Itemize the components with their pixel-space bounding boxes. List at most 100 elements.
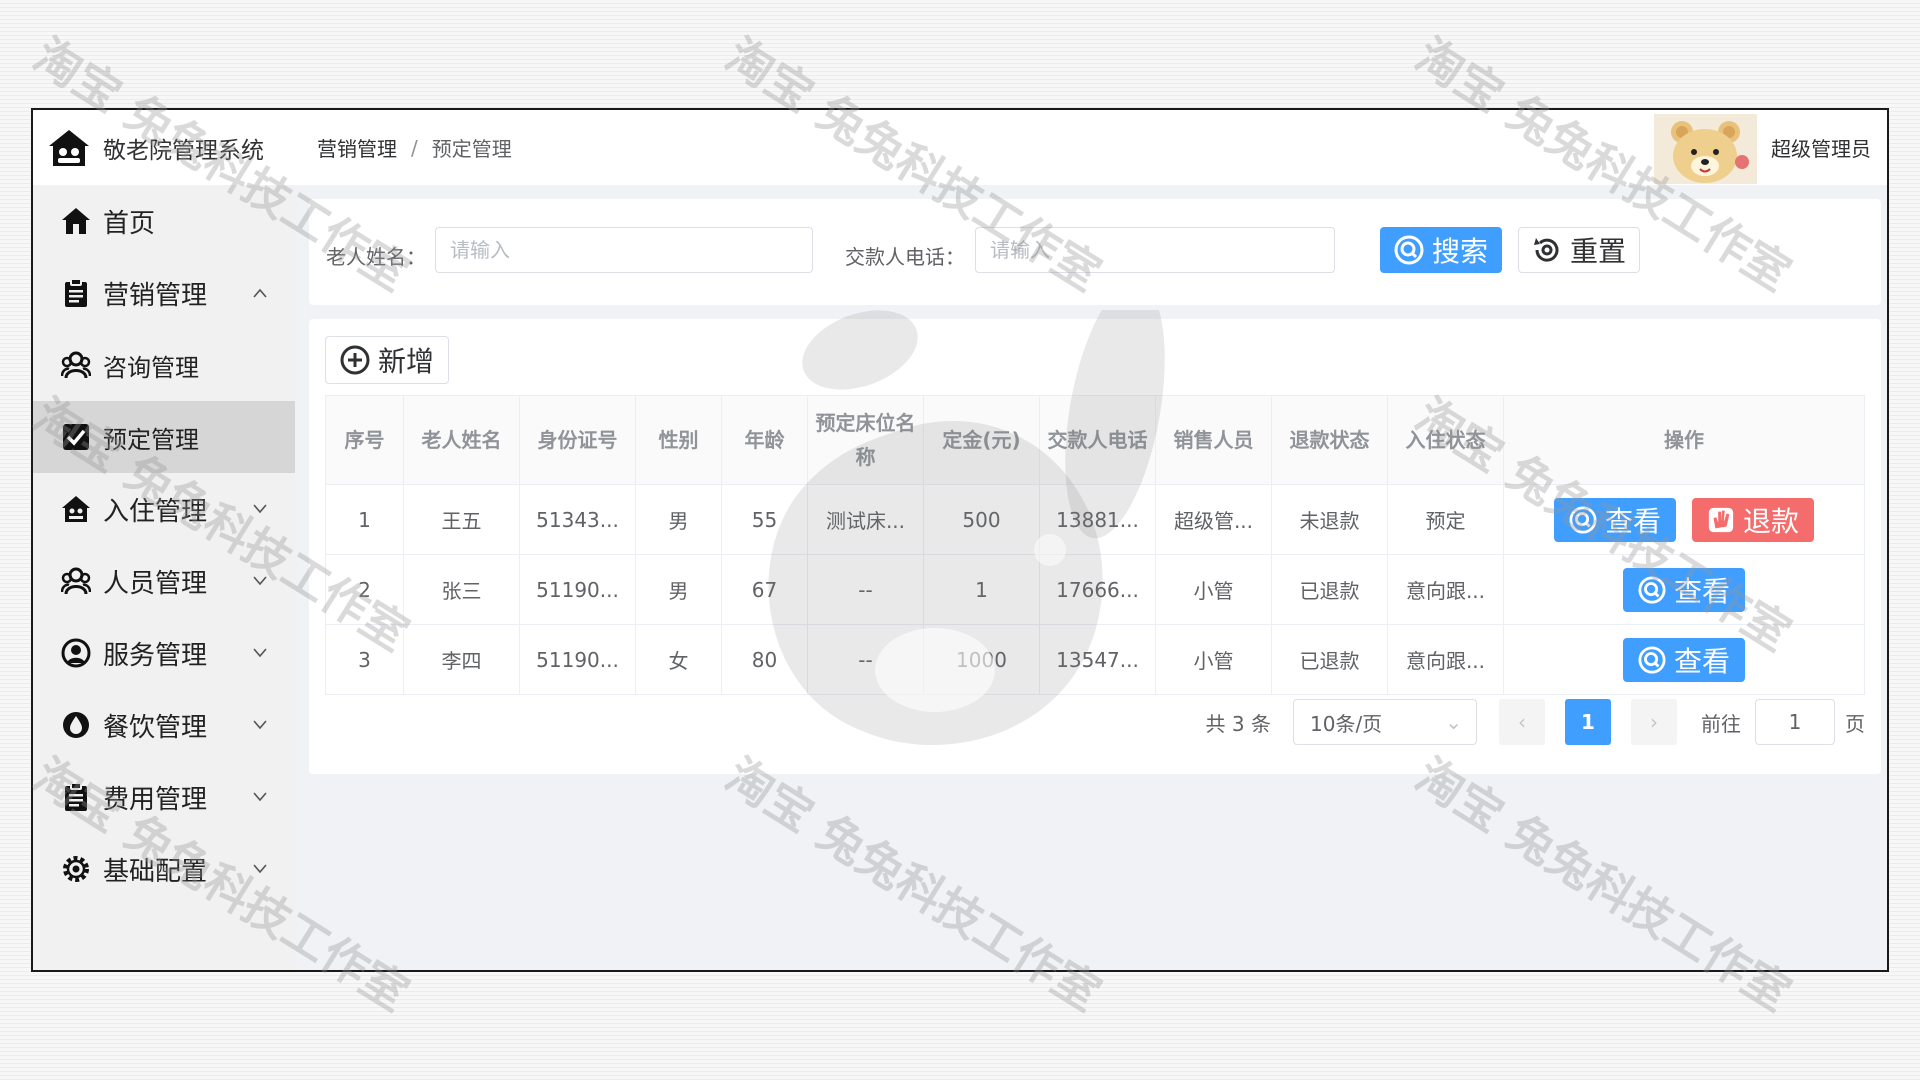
search-button[interactable]: 搜索 [1380,227,1502,273]
sidebar-item-label: 费用管理 [103,784,208,815]
sidebar-menu: 首页营销管理咨询管理预定管理 入住管理人员管理服务管理餐饮管理费用管理基础配置 [33,185,295,905]
add-button[interactable]: 新增 [325,336,449,384]
payer-phone-input[interactable] [975,227,1335,273]
avatar[interactable] [1654,113,1757,184]
main-content: 老人姓名： 交款人电话： 搜索 重置 [295,185,1887,970]
view-button-label: 查看 [1604,504,1661,538]
sidebar-item-5[interactable]: 人员管理 [33,545,295,617]
chevron-down-icon [253,473,267,545]
elder-name-label: 老人姓名： [326,245,426,269]
column-header: 操作 [1503,395,1865,485]
refund-button[interactable]: 退款 [1692,497,1814,542]
breadcrumb-current: 预定管理 [431,137,512,161]
table-cell: 李四 [403,624,520,695]
table-cell: 超级管... [1155,484,1272,555]
reset-button-label: 重置 [1569,235,1626,268]
sidebar-item-3[interactable]: 预定管理 [33,401,295,473]
table-cell: 17666... [1039,554,1156,625]
column-header: 入住状态 [1387,395,1504,485]
chevron-up-icon [253,257,267,329]
header: 营销管理 / 预定管理 超级管理员 [295,110,1887,185]
table-cell: 1000 [923,624,1040,695]
sidebar-item-0[interactable]: 首页 [33,185,295,257]
table-cell: 1 [325,484,404,555]
view-button[interactable]: 查看 [1623,637,1745,682]
pagination: 共 3 条 10条/页 ⌄ ‹ 1 › 前往 页 [1206,699,1865,745]
app-window: 敬老院管理系统 首页 营销管理 咨询管理 预定管理 入住管理 人员管理 服务管理 餐饮管理 费用… [31,108,1889,972]
table-cell: 意向跟... [1387,554,1504,625]
table-cell: 男 [635,554,722,625]
column-header: 年龄 [721,395,808,485]
page-size-select[interactable]: 10条/页 ⌄ [1293,699,1477,745]
prev-page-button[interactable]: ‹ [1499,699,1545,745]
table-cell: 1 [923,554,1040,625]
app-title: 敬老院管理系统 [103,137,264,164]
breadcrumb: 营销管理 / 预定管理 [317,133,512,162]
table-cell: 13547... [1039,624,1156,695]
table-cell: -- [807,624,924,695]
column-header: 性别 [635,395,722,485]
table-cell: 67 [721,554,808,625]
sidebar-item-4[interactable]: 入住管理 [33,473,295,545]
table-cell: 未退款 [1271,484,1388,555]
table-cell: 13881... [1039,484,1156,555]
actions-cell: 查看 [1503,624,1865,695]
goto-page-input[interactable] [1755,699,1835,745]
add-button-label: 新增 [377,345,434,378]
page-size-value: 10条/页 [1310,711,1383,736]
column-header: 身份证号 [519,395,636,485]
sidebar-item-2[interactable]: 咨询管理 [33,329,295,401]
search-icon [1638,575,1666,604]
gear-icon [59,852,93,886]
sidebar-item-label: 咨询管理 [103,353,199,382]
table-row: 3 李四 51190... 女 80 -- 1000 13547... 小管 已退款 意向跟... 查… [325,624,1865,695]
plus-circle-icon [340,345,370,375]
column-header: 销售人员 [1155,395,1272,485]
user-menu[interactable]: 超级管理员 [1654,110,1871,185]
brand[interactable]: 敬老院管理系统 [33,110,295,185]
actions-cell: 查看 [1503,554,1865,625]
column-header: 序号 [325,395,404,485]
elder-name-input[interactable] [435,227,813,273]
next-page-button[interactable]: › [1631,699,1677,745]
table-cell: 意向跟... [1387,624,1504,695]
sidebar-item-9[interactable]: 基础配置 [33,833,295,905]
clipboard-icon [59,780,93,814]
search-icon [1638,645,1666,674]
sidebar-item-6[interactable]: 服务管理 [33,617,295,689]
sidebar-item-label: 服务管理 [103,640,208,671]
table-row: 2 张三 51190... 男 67 -- 1 17666... 小管 已退款 意向跟... 查看 [325,554,1865,625]
goto-label: 前往 [1701,711,1741,736]
table-cell: 预定 [1387,484,1504,555]
table-cell: 女 [635,624,722,695]
sidebar-item-8[interactable]: 费用管理 [33,761,295,833]
column-header: 退款状态 [1271,395,1388,485]
table-body: 1 王五 51343... 男 55 测试床... 500 13881... 超级管... 未退款… [325,484,1865,695]
sidebar-item-label: 营销管理 [103,280,208,311]
drop-icon [59,708,93,742]
sidebar-item-7[interactable]: 餐饮管理 [33,689,295,761]
sidebar-item-label: 餐饮管理 [103,712,208,743]
actions-cell: 查看 退款 [1503,484,1865,555]
view-button[interactable]: 查看 [1554,497,1676,542]
table-row: 1 王五 51343... 男 55 测试床... 500 13881... 超级管... 未退款… [325,484,1865,555]
home-icon [59,204,93,238]
view-button[interactable]: 查看 [1623,567,1745,612]
sidebar-item-label: 人员管理 [103,568,208,599]
breadcrumb-parent[interactable]: 营销管理 [317,133,397,162]
table-cell: 测试床... [807,484,924,555]
search-icon [1394,235,1424,265]
breadcrumb-separator: / [411,135,418,160]
page-suffix: 页 [1845,711,1865,736]
page-number-current[interactable]: 1 [1565,699,1611,745]
table-cell: 已退款 [1271,554,1388,625]
hand-stop-icon [1708,507,1734,532]
table-cell: 2 [325,554,404,625]
column-header: 定金(元) [923,395,1040,485]
sidebar-item-1[interactable]: 营销管理 [33,257,295,329]
payer-phone-label: 交款人电话： [845,245,965,269]
reset-button[interactable]: 重置 [1518,227,1640,273]
clipboard-icon [59,276,93,310]
user-name: 超级管理员 [1771,137,1871,161]
table-header-row: 序号 老人姓名 身份证号 性别 年龄 预定床位名称 定金(元) 交款人电话 销售人员 退款状态 入住… [325,395,1865,485]
